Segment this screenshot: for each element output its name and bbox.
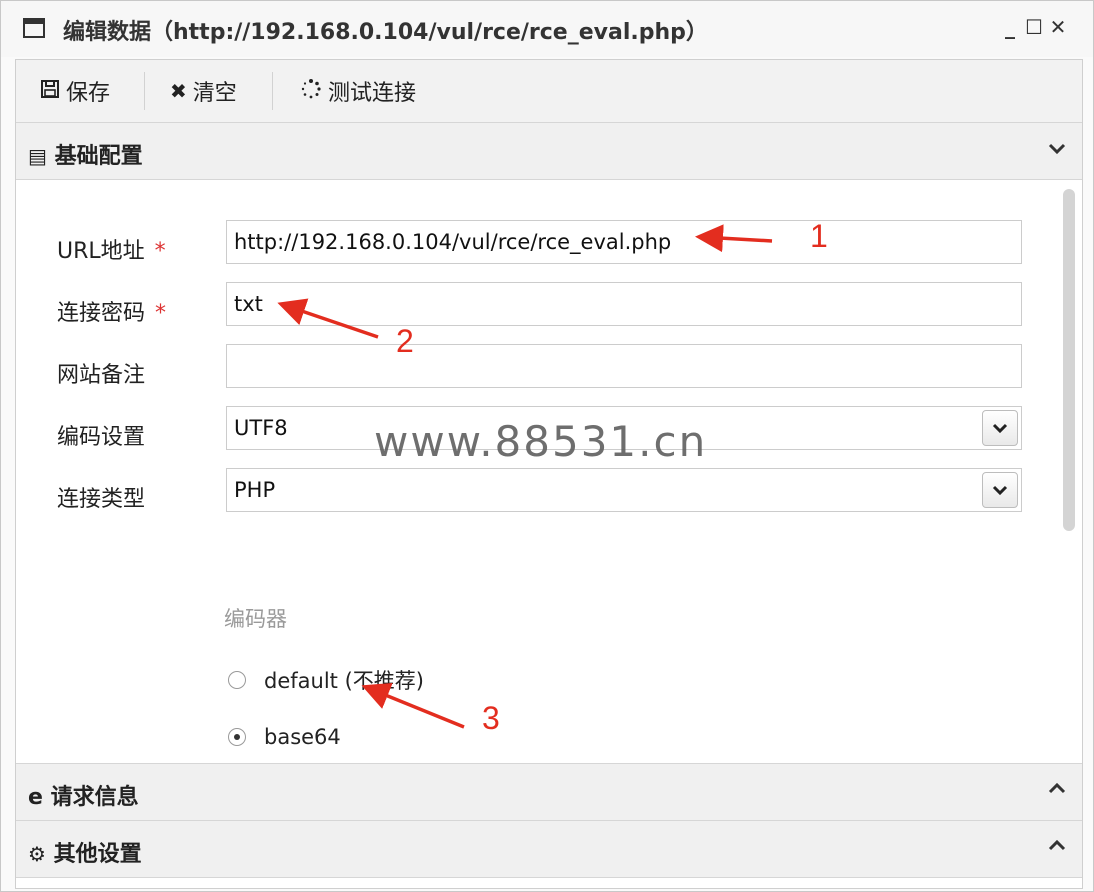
save-label: 保存	[66, 81, 111, 106]
dialog-body: 保存 ✖ 清空 测试连接 ▤ 基础配置 URL地址 * http://192.1…	[15, 59, 1083, 889]
window-title: 编辑数据（http://192.168.0.104/vul/rce/rce_ev…	[63, 20, 708, 45]
toolbar-divider	[272, 72, 273, 110]
annotation-number-3: 3	[482, 700, 500, 736]
encoder-option-label: base64	[264, 725, 341, 749]
section-request-title: e 请求信息	[28, 779, 139, 811]
section-other-settings[interactable]: ⚙ 其他设置	[16, 820, 1082, 878]
encoding-label: 编码设置	[57, 425, 146, 450]
chevron-down-icon	[1048, 139, 1066, 160]
ie-icon: e	[28, 785, 43, 810]
encoder-option-label: default (不推荐)	[264, 669, 424, 693]
scrollbar-thumb[interactable]	[1063, 189, 1075, 531]
test-connection-label: 测试连接	[328, 81, 417, 106]
clear-button[interactable]: ✖ 清空	[170, 74, 237, 108]
password-label: 连接密码 *	[57, 301, 167, 326]
type-select[interactable]: PHP	[226, 468, 1022, 512]
type-label: 连接类型	[57, 487, 146, 512]
chevron-down-icon[interactable]	[982, 410, 1018, 446]
encoder-option-default[interactable]: default (不推荐)	[228, 665, 424, 695]
gears-icon: ⚙	[28, 842, 46, 866]
url-input[interactable]: http://192.168.0.104/vul/rce/rce_eval.ph…	[226, 220, 1022, 264]
annotation-number-2: 2	[396, 323, 414, 359]
close-icon[interactable]: ✕	[1049, 15, 1073, 39]
window-icon	[23, 18, 45, 38]
chevron-up-icon	[1048, 780, 1066, 801]
chevron-down-icon[interactable]	[982, 472, 1018, 508]
password-input[interactable]: txt	[226, 282, 1022, 326]
encoder-title: 编码器	[224, 607, 287, 631]
scrollbar[interactable]	[1062, 189, 1076, 759]
window-controls: _ ☐✕	[1001, 15, 1073, 39]
required-mark: *	[155, 301, 167, 326]
note-input[interactable]	[226, 344, 1022, 388]
radio-button-checked[interactable]	[228, 728, 246, 746]
test-connection-button[interactable]: 测试连接	[300, 74, 416, 108]
required-mark: *	[154, 239, 166, 264]
document-icon: ▤	[28, 144, 47, 168]
maximize-icon[interactable]: ☐	[1025, 15, 1049, 39]
clear-x-icon: ✖	[170, 79, 187, 103]
section-basic-config[interactable]: ▤ 基础配置	[16, 122, 1082, 180]
basic-config-panel: URL地址 * http://192.168.0.104/vul/rce/rce_…	[16, 185, 1056, 763]
section-basic-title: ▤ 基础配置	[28, 138, 143, 170]
section-other-label: 其他设置	[53, 842, 142, 867]
annotation-number-1: 1	[810, 218, 828, 254]
section-basic-label: 基础配置	[54, 144, 143, 169]
encoder-option-base64[interactable]: base64	[228, 725, 341, 749]
clear-label: 清空	[192, 81, 237, 106]
section-other-title: ⚙ 其他设置	[28, 836, 142, 868]
title-bar: 编辑数据（http://192.168.0.104/vul/rce/rce_ev…	[1, 1, 1093, 57]
encoding-value: UTF8	[234, 416, 288, 440]
watermark: www.88531.cn	[374, 417, 708, 466]
radio-button[interactable]	[228, 671, 246, 689]
floppy-disk-icon	[40, 79, 60, 104]
url-label: URL地址 *	[57, 239, 166, 264]
save-button[interactable]: 保存	[40, 74, 110, 108]
toolbar: 保存 ✖ 清空 测试连接	[16, 60, 1082, 123]
toolbar-divider	[144, 72, 145, 110]
note-label: 网站备注	[57, 363, 146, 388]
chevron-up-icon	[1048, 837, 1066, 858]
section-request-label: 请求信息	[50, 785, 139, 810]
spinner-icon	[300, 78, 322, 105]
type-value: PHP	[234, 478, 276, 502]
minimize-icon[interactable]: _	[1001, 15, 1025, 39]
section-request-info[interactable]: e 请求信息	[16, 763, 1082, 821]
